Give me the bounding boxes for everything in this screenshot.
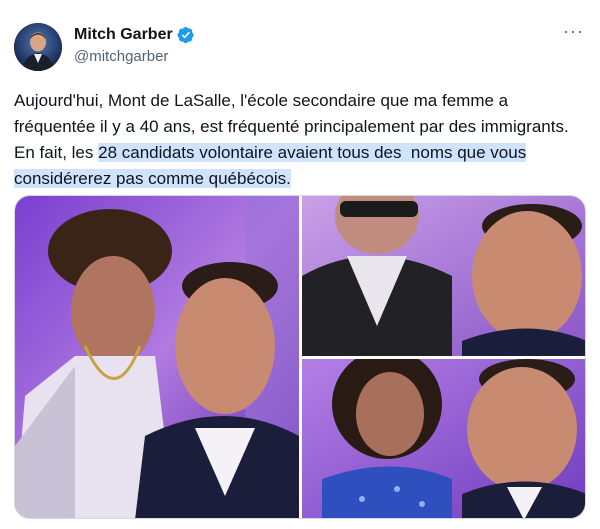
display-name[interactable]: Mitch Garber	[74, 26, 173, 44]
avatar[interactable]	[14, 23, 62, 71]
highlighted-text: 28 candidats volontaire avaient tous des…	[98, 143, 527, 162]
highlighted-text-end: considérerez pas comme québécois.	[14, 169, 291, 188]
author-name-row: Mitch Garber	[74, 26, 195, 44]
profile-photo-icon	[14, 23, 62, 71]
tweet-line-3-start: En fait, les	[14, 143, 99, 162]
photo-selfie-girl[interactable]	[302, 359, 585, 518]
photo-icon	[15, 196, 299, 518]
more-options-icon[interactable]: ···	[563, 22, 584, 40]
photo-icon	[302, 359, 585, 518]
verified-badge-icon[interactable]	[177, 26, 195, 44]
tweet-line-2: fréquentée il y a 40 ans, est fréquenté …	[14, 117, 569, 136]
tweet-line-3: En fait, les 28 candidats volontaire ava…	[14, 140, 594, 166]
photo-selfie-man-glasses[interactable]	[302, 196, 585, 356]
tweet-text: Aujourd'hui, Mont de LaSalle, l'école se…	[14, 88, 594, 192]
tweet-line-4: considérerez pas comme québécois.	[14, 166, 594, 192]
media-grid	[14, 195, 586, 519]
photo-selfie-young-man[interactable]	[15, 196, 299, 518]
photo-icon	[302, 196, 585, 356]
handle[interactable]: @mitchgarber	[74, 48, 168, 65]
tweet-line-1: Aujourd'hui, Mont de LaSalle, l'école se…	[14, 91, 509, 110]
tweet: Mitch Garber @mitchgarber ··· Aujourd'hu…	[0, 0, 600, 529]
